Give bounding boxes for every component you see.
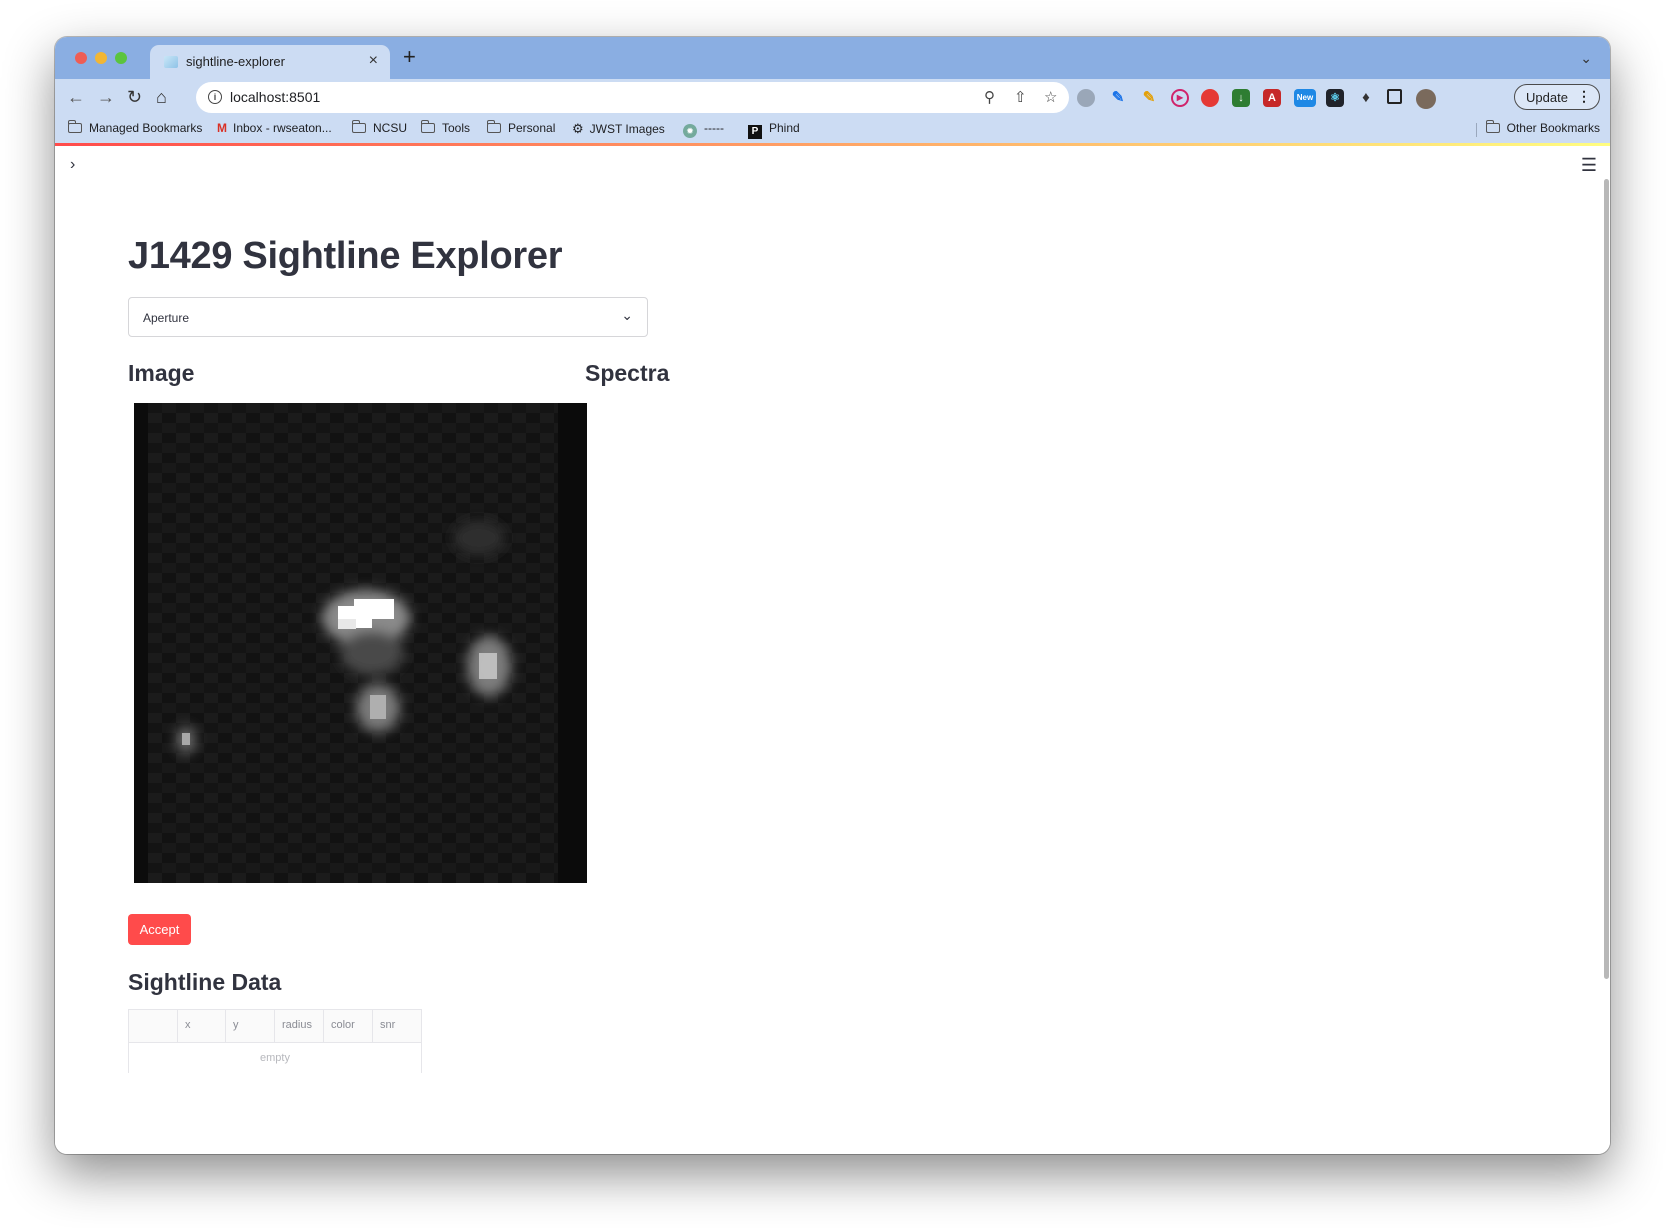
reload-icon[interactable]: ↻ <box>127 87 142 107</box>
mode-select[interactable]: Aperture ⌄ <box>128 297 648 337</box>
pen-extension-icon[interactable]: ✎ <box>1109 89 1127 107</box>
chevron-down-icon[interactable]: ⌄ <box>621 307 633 324</box>
forward-arrow-icon[interactable]: → <box>97 87 115 107</box>
page-title: J1429 Sightline Explorer <box>128 235 563 277</box>
gmail-icon: M <box>217 121 227 135</box>
table-header-x[interactable]: x <box>177 1010 225 1042</box>
column-label: snr <box>380 1019 396 1031</box>
profile-avatar[interactable] <box>1416 89 1436 109</box>
app-content: › ☰ J1429 Sightline Explorer Aperture ⌄ … <box>55 143 1610 1154</box>
spectra-heading: Spectra <box>585 360 670 386</box>
select-value: Aperture <box>143 311 190 325</box>
bookmark-label: Other Bookmarks <box>1506 121 1600 135</box>
tab-sightline-explorer[interactable]: sightline-explorer × <box>150 45 390 79</box>
more-vert-icon[interactable]: ⋮ <box>1577 88 1591 105</box>
sightline-dataframe[interactable]: x y radius color snr empty <box>128 1009 422 1073</box>
folder-icon <box>352 120 366 133</box>
bookmark-other[interactable]: Other Bookmarks <box>1485 120 1600 135</box>
tab-strip: sightline-explorer × + ⌄ <box>55 37 1610 79</box>
site-info-icon[interactable]: i <box>208 90 222 104</box>
bookmark-label: Phind <box>769 121 800 135</box>
table-header-radius[interactable]: radius <box>274 1010 323 1042</box>
sightline-image[interactable] <box>134 403 587 883</box>
sightline-data-heading: Sightline Data <box>128 969 282 995</box>
tab-search-chevron-icon[interactable]: ⌄ <box>1580 50 1592 67</box>
highlighter-extension-icon[interactable]: ✎ <box>1140 89 1158 107</box>
home-icon[interactable]: ⌂ <box>156 87 167 107</box>
bookmark-label: Inbox - rwseaton... <box>233 121 332 135</box>
bookmarks-bar: Managed Bookmarks M Inbox - rwseaton... N… <box>55 117 1610 143</box>
zoom-icon[interactable]: ⚲ <box>984 88 995 106</box>
accept-label: Accept <box>139 922 180 937</box>
table-header-y[interactable]: y <box>225 1010 274 1042</box>
browser-window: sightline-explorer × + ⌄ ← → ↻ ⌂ i local… <box>55 37 1610 1154</box>
back-arrow-icon[interactable]: ← <box>67 87 85 107</box>
bookmark-star-icon[interactable]: ☆ <box>1044 88 1057 106</box>
bookmark-label: JWST Images <box>589 122 665 136</box>
image-heading: Image <box>128 360 195 386</box>
folder-icon <box>421 120 435 133</box>
play-extension-icon[interactable]: ▶ <box>1171 89 1189 107</box>
bookmark-phind[interactable]: P Phind <box>748 121 800 139</box>
hamburger-menu-icon[interactable]: ☰ <box>1581 155 1597 176</box>
extension-settings-icon[interactable] <box>1077 89 1095 107</box>
bookmark-personal[interactable]: Personal <box>487 120 556 135</box>
table-header: x y radius color snr <box>129 1010 421 1043</box>
header-decoration <box>55 143 1610 146</box>
close-window-button[interactable] <box>75 52 87 64</box>
phind-icon: P <box>748 125 762 139</box>
pdf-extension-icon[interactable]: A <box>1263 89 1281 107</box>
streamlit-favicon-icon <box>164 56 178 68</box>
minimize-window-button[interactable] <box>95 52 107 64</box>
column-label: radius <box>282 1019 312 1031</box>
chatgpt-icon: ✹ <box>683 124 697 138</box>
maximize-window-button[interactable] <box>115 52 127 64</box>
table-header-color[interactable]: color <box>323 1010 372 1042</box>
update-label: Update <box>1526 90 1568 105</box>
bookmarks-separator <box>1476 123 1477 137</box>
side-panel-icon[interactable] <box>1387 89 1402 104</box>
bookmark-label: ----- <box>704 121 724 135</box>
scrollbar-thumb[interactable] <box>1604 179 1609 979</box>
download-extension-icon[interactable]: ↓ <box>1232 89 1250 107</box>
bookmark-tools[interactable]: Tools <box>421 120 471 135</box>
column-label: y <box>233 1019 239 1031</box>
browser-toolbar: ← → ↻ ⌂ i localhost:8501 ⚲ ⇧ ☆ ✎ ✎ ▶ ↓ A… <box>55 79 1610 117</box>
bookmark-label: NCSU <box>373 121 408 135</box>
table-empty-text: empty <box>260 1052 290 1064</box>
gear-icon: ⚙ <box>572 121 584 136</box>
sidebar-expand-chevron-icon[interactable]: › <box>70 156 75 174</box>
bookmark-dashes[interactable]: ✹ ----- <box>683 121 724 138</box>
folder-icon <box>487 120 501 133</box>
update-button[interactable]: Update ⋮ <box>1514 84 1600 110</box>
red-extension-icon[interactable] <box>1201 89 1219 107</box>
share-icon[interactable]: ⇧ <box>1014 88 1027 106</box>
address-bar[interactable]: i localhost:8501 ⚲ ⇧ ☆ <box>196 82 1069 113</box>
bookmark-jwst-images[interactable]: ⚙ JWST Images <box>572 121 665 137</box>
table-header-snr[interactable]: snr <box>372 1010 421 1042</box>
bookmark-managed[interactable]: Managed Bookmarks <box>68 120 203 135</box>
bookmark-label: Managed Bookmarks <box>89 121 203 135</box>
tab-title: sightline-explorer <box>186 54 285 69</box>
new-tab-button[interactable]: + <box>403 46 416 68</box>
new-badge-extension-icon[interactable]: New <box>1294 89 1316 107</box>
folder-icon <box>68 120 82 133</box>
bookmark-inbox[interactable]: M Inbox - rwseaton... <box>217 121 332 135</box>
column-label: color <box>331 1019 355 1031</box>
url-text[interactable]: localhost:8501 <box>230 89 320 105</box>
bookmark-label: Tools <box>442 121 471 135</box>
bookmark-label: Personal <box>508 121 556 135</box>
close-tab-icon[interactable]: × <box>369 52 378 70</box>
column-label: x <box>185 1019 191 1031</box>
accept-button[interactable]: Accept <box>128 914 191 945</box>
bookmark-ncsu[interactable]: NCSU <box>352 120 408 135</box>
folder-icon <box>1485 120 1500 133</box>
table-header-index[interactable] <box>129 1010 177 1042</box>
extensions-puzzle-icon[interactable]: ♦ <box>1357 89 1375 107</box>
react-devtools-icon[interactable]: ⚛ <box>1326 89 1344 107</box>
page-scrollbar[interactable] <box>1603 179 1610 979</box>
